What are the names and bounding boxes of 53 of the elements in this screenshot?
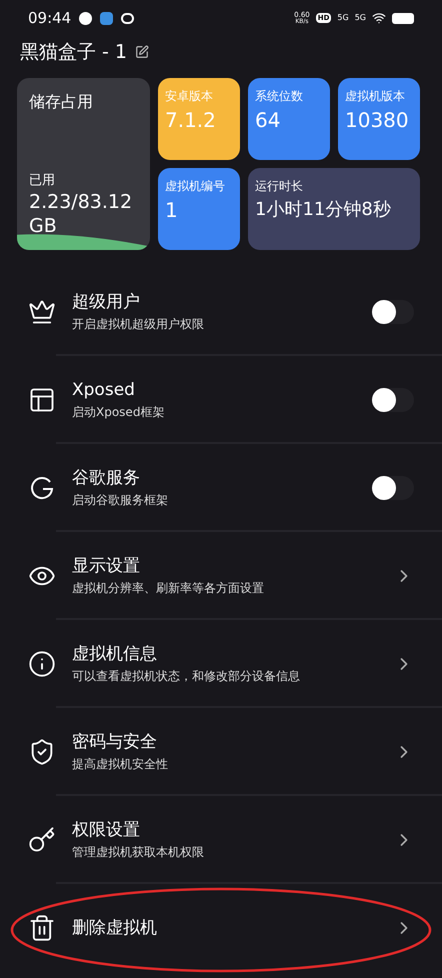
trash-icon <box>28 914 56 942</box>
settings-row[interactable]: 密码与安全 提高虚拟机安全性 <box>0 708 442 796</box>
settings-row[interactable]: 谷歌服务 启动谷歌服务框架 <box>0 444 442 532</box>
row-subtitle: 管理虚拟机获取本机权限 <box>72 844 205 861</box>
app-icon <box>100 12 114 24</box>
card-label: 储存占用 <box>29 91 94 113</box>
storage-value: 2.23/83.12 GB <box>29 190 134 238</box>
card-value: 10380 <box>345 107 410 134</box>
row-subtitle: 可以查看虚拟机状态，和修改部分设备信息 <box>72 668 301 685</box>
card-label: 虚拟机编号 <box>165 178 226 195</box>
status-time: 09:44 <box>28 8 72 29</box>
card-value: 64 <box>255 107 282 134</box>
toggle-switch[interactable] <box>372 476 414 500</box>
row-subtitle: 启动Xposed框架 <box>72 404 166 421</box>
settings-row[interactable]: 删除虚拟机 <box>0 884 442 972</box>
edit-icon[interactable] <box>135 45 150 59</box>
settings-row[interactable]: 虚拟机信息 可以查看虚拟机状态，和修改部分设备信息 <box>0 620 442 708</box>
row-subtitle: 开启虚拟机超级用户权限 <box>72 316 205 333</box>
battery-icon <box>392 12 414 24</box>
toggle-switch[interactable] <box>372 388 414 412</box>
settings-row[interactable]: 超级用户 开启虚拟机超级用户权限 <box>0 268 442 356</box>
key-icon <box>28 826 56 854</box>
row-title: 超级用户 <box>72 291 141 314</box>
row-title: 密码与安全 <box>72 731 158 754</box>
row-subtitle: 提高虚拟机安全性 <box>72 756 169 773</box>
settings-row[interactable]: 显示设置 虚拟机分辨率、刷新率等各方面设置 <box>0 532 442 620</box>
toggle-switch[interactable] <box>372 300 414 324</box>
row-title: Xposed <box>72 379 136 402</box>
page-title: 黑猫盒子 - 1 <box>20 40 128 65</box>
row-title: 虚拟机信息 <box>72 643 158 666</box>
card-label: 虚拟机版本 <box>345 88 406 105</box>
g-letter-icon <box>29 475 55 501</box>
row-title: 权限设置 <box>72 819 141 842</box>
row-title: 显示设置 <box>72 555 141 578</box>
row-title: 谷歌服务 <box>72 467 141 490</box>
card-label: 系统位数 <box>255 88 304 105</box>
card-value: 1 <box>165 197 179 224</box>
row-title: 删除虚拟机 <box>72 917 158 940</box>
signal-label: 5G <box>354 12 366 24</box>
card-value: 7.1.2 <box>165 107 217 134</box>
settings-row[interactable]: Xposed 启动Xposed框架 <box>0 356 442 444</box>
settings-row[interactable]: 权限设置 管理虚拟机获取本机权限 <box>0 796 442 884</box>
card-label: 运行时长 <box>255 178 304 195</box>
row-subtitle: 虚拟机分辨率、刷新率等各方面设置 <box>72 580 265 597</box>
row-subtitle: 启动谷歌服务框架 <box>72 492 169 509</box>
wifi-icon <box>372 11 386 25</box>
card-label: 安卓版本 <box>165 88 214 105</box>
layout-icon <box>28 386 56 414</box>
info-icon <box>28 650 56 678</box>
signal-label: 5G <box>337 12 349 24</box>
crown-icon <box>28 298 56 326</box>
card-value: 1小时11分钟8秒 <box>255 198 392 222</box>
card-label: 已用 <box>29 172 56 190</box>
